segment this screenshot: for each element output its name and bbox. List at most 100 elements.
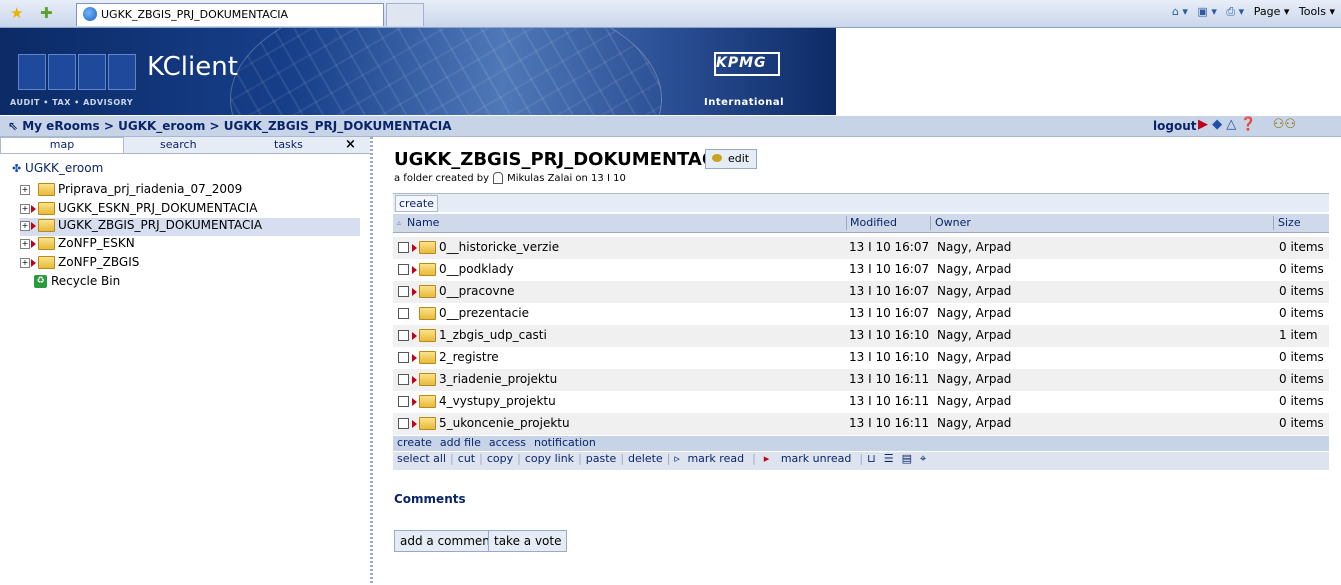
table-row[interactable]: 4_vystupy_projektu 13 I 10 16:11 Nagy, A… xyxy=(393,391,1329,413)
tree-item-label[interactable]: Priprava_prj_riadenia_07_2009 xyxy=(58,182,242,196)
row-name[interactable]: 5_ukoncenie_projektu xyxy=(411,416,570,430)
tree-item-label[interactable]: UGKK_ESKN_PRJ_DOKUMENTACIA xyxy=(58,201,257,215)
settings-icon[interactable]: ⌖ xyxy=(920,452,926,465)
tree-item-recycle-bin[interactable]: ♻ Recycle Bin xyxy=(34,274,120,292)
copy-link-link[interactable]: copy link xyxy=(525,452,574,465)
table-row[interactable]: 0__podklady 13 I 10 16:07 Nagy, Arpad 0 … xyxy=(393,259,1329,281)
tree-item-label[interactable]: ZoNFP_ZBGIS xyxy=(58,255,139,269)
add-favorites-icon[interactable]: ✚ xyxy=(40,5,53,21)
row-name[interactable]: 0__historicke_verzie xyxy=(411,240,559,254)
edit-button[interactable]: edit xyxy=(705,149,757,169)
col-name[interactable]: Name xyxy=(407,216,439,229)
chat-icon[interactable]: ◆ xyxy=(1212,117,1222,132)
tools-menu[interactable]: Tools ▾ xyxy=(1299,5,1335,18)
delete-link[interactable]: delete xyxy=(628,452,663,465)
tree-item[interactable]: + ZoNFP_ZBGIS xyxy=(20,255,139,273)
play-icon[interactable]: ▶ xyxy=(1198,117,1208,132)
take-vote-button[interactable]: take a vote xyxy=(488,530,568,552)
favorites-star-icon[interactable]: ★ xyxy=(10,5,23,21)
table-row[interactable]: 0__pracovne 13 I 10 16:07 Nagy, Arpad 0 … xyxy=(393,281,1329,303)
logout-link[interactable]: logout xyxy=(1153,119,1196,133)
col-size[interactable]: Size xyxy=(1273,216,1301,230)
access-link[interactable]: access xyxy=(489,436,526,449)
panel-splitter[interactable] xyxy=(370,137,373,585)
tree-item-label[interactable]: Recycle Bin xyxy=(51,274,120,288)
row-checkbox[interactable] xyxy=(398,308,409,319)
create-button[interactable]: create xyxy=(395,195,438,212)
expand-icon[interactable]: + xyxy=(20,220,30,231)
view-icons-icon[interactable]: ⊔ xyxy=(867,452,876,465)
tree-item-selected[interactable]: + UGKK_ZBGIS_PRJ_DOKUMENTACIA xyxy=(20,218,360,236)
breadcrumb-text[interactable]: My eRooms > UGKK_eroom > UGKK_ZBGIS_PRJ_… xyxy=(22,119,451,133)
expand-icon[interactable]: + xyxy=(20,203,30,214)
row-checkbox[interactable] xyxy=(398,264,409,275)
mark-read-link[interactable]: ▹ mark read xyxy=(674,452,748,465)
tree-item-label[interactable]: ZoNFP_ESKN xyxy=(58,236,135,250)
sort-icon[interactable]: ▵ xyxy=(397,218,401,227)
cut-link[interactable]: cut xyxy=(458,452,475,465)
table-row[interactable]: 2_registre 13 I 10 16:10 Nagy, Arpad 0 i… xyxy=(393,347,1329,369)
select-all-link[interactable]: select all xyxy=(397,452,446,465)
row-name-text[interactable]: 0__prezentacie xyxy=(439,306,529,320)
page-menu[interactable]: Page ▾ xyxy=(1254,5,1290,18)
table-row[interactable]: 0__prezentacie 13 I 10 16:07 Nagy, Arpad… xyxy=(393,303,1329,325)
row-name-text[interactable]: 4_vystupy_projektu xyxy=(439,394,556,408)
view-details-icon[interactable]: ▤ xyxy=(902,452,912,465)
copy-link[interactable]: copy xyxy=(487,452,513,465)
table-row[interactable]: 5_ukoncenie_projektu 13 I 10 16:11 Nagy,… xyxy=(393,413,1329,435)
row-name[interactable]: 1_zbgis_udp_casti xyxy=(411,328,547,342)
paste-link[interactable]: paste xyxy=(586,452,617,465)
table-row[interactable]: 3_riadenie_projektu 13 I 10 16:11 Nagy, … xyxy=(393,369,1329,391)
row-name-text[interactable]: 0__podklady xyxy=(439,262,514,276)
print-icon[interactable]: ⎙ ▾ xyxy=(1226,5,1244,18)
row-name[interactable]: 0__podklady xyxy=(411,262,514,276)
row-name-text[interactable]: 2_registre xyxy=(439,350,499,364)
row-checkbox[interactable] xyxy=(398,330,409,341)
row-name[interactable]: 3_riadenie_projektu xyxy=(411,372,557,386)
row-checkbox[interactable] xyxy=(398,418,409,429)
expand-icon[interactable]: + xyxy=(20,238,30,249)
table-row[interactable]: 0__historicke_verzie 13 I 10 16:07 Nagy,… xyxy=(393,237,1329,259)
row-name[interactable]: 0__pracovne xyxy=(411,284,515,298)
expand-icon[interactable]: + xyxy=(20,257,30,268)
tree-item[interactable]: + UGKK_ESKN_PRJ_DOKUMENTACIA xyxy=(20,201,257,219)
row-checkbox[interactable] xyxy=(398,286,409,297)
tree-item[interactable]: + Priprava_prj_riadenia_07_2009 xyxy=(20,182,242,200)
row-name-text[interactable]: 0__pracovne xyxy=(439,284,515,298)
home-icon[interactable]: ⌂ ▾ xyxy=(1172,5,1188,18)
add-file-link[interactable]: add file xyxy=(440,436,481,449)
row-name[interactable]: 4_vystupy_projektu xyxy=(411,394,556,408)
row-checkbox[interactable] xyxy=(398,374,409,385)
tab-tasks[interactable]: tasks xyxy=(274,138,303,151)
notification-link[interactable]: notification xyxy=(534,436,596,449)
help-icon[interactable]: ❓ xyxy=(1240,117,1256,132)
browser-tab-active[interactable]: UGKK_ZBGIS_PRJ_DOKUMENTACIA xyxy=(76,3,384,26)
row-name[interactable]: 0__prezentacie xyxy=(411,306,529,320)
row-checkbox[interactable] xyxy=(398,352,409,363)
close-panel-icon[interactable]: × xyxy=(345,137,356,152)
tree-item-label[interactable]: UGKK_ZBGIS_PRJ_DOKUMENTACIA xyxy=(58,218,262,232)
users-icon[interactable]: ⚇⚇ xyxy=(1273,117,1296,132)
row-name[interactable]: 2_registre xyxy=(411,350,499,364)
row-name-text[interactable]: 0__historicke_verzie xyxy=(439,240,559,254)
row-checkbox[interactable] xyxy=(398,242,409,253)
table-row[interactable]: 1_zbgis_udp_casti 13 I 10 16:10 Nagy, Ar… xyxy=(393,325,1329,347)
tree-root[interactable]: ✤ UGKK_eroom xyxy=(12,161,103,175)
add-comment-button[interactable]: add a comment xyxy=(394,530,501,552)
triangle-icon[interactable]: △ xyxy=(1226,117,1236,132)
feeds-icon[interactable]: ▣ ▾ xyxy=(1197,5,1216,18)
col-owner[interactable]: Owner xyxy=(930,216,971,230)
row-name-text[interactable]: 3_riadenie_projektu xyxy=(439,372,557,386)
row-checkbox[interactable] xyxy=(398,396,409,407)
create-link[interactable]: create xyxy=(397,436,432,449)
new-tab-button[interactable] xyxy=(386,3,424,26)
expand-icon[interactable]: + xyxy=(20,184,30,195)
tab-map[interactable]: map xyxy=(0,137,124,153)
tree-item[interactable]: + ZoNFP_ESKN xyxy=(20,236,135,254)
mark-unread-link[interactable]: ▸ mark unread xyxy=(760,452,856,465)
tree-root-label[interactable]: UGKK_eroom xyxy=(25,161,103,175)
breadcrumb[interactable]: ⇖ My eRooms > UGKK_eroom > UGKK_ZBGIS_PR… xyxy=(8,119,452,133)
tab-search[interactable]: search xyxy=(160,138,197,151)
col-modified[interactable]: Modified xyxy=(846,216,897,230)
row-name-text[interactable]: 5_ukoncenie_projektu xyxy=(439,416,570,430)
